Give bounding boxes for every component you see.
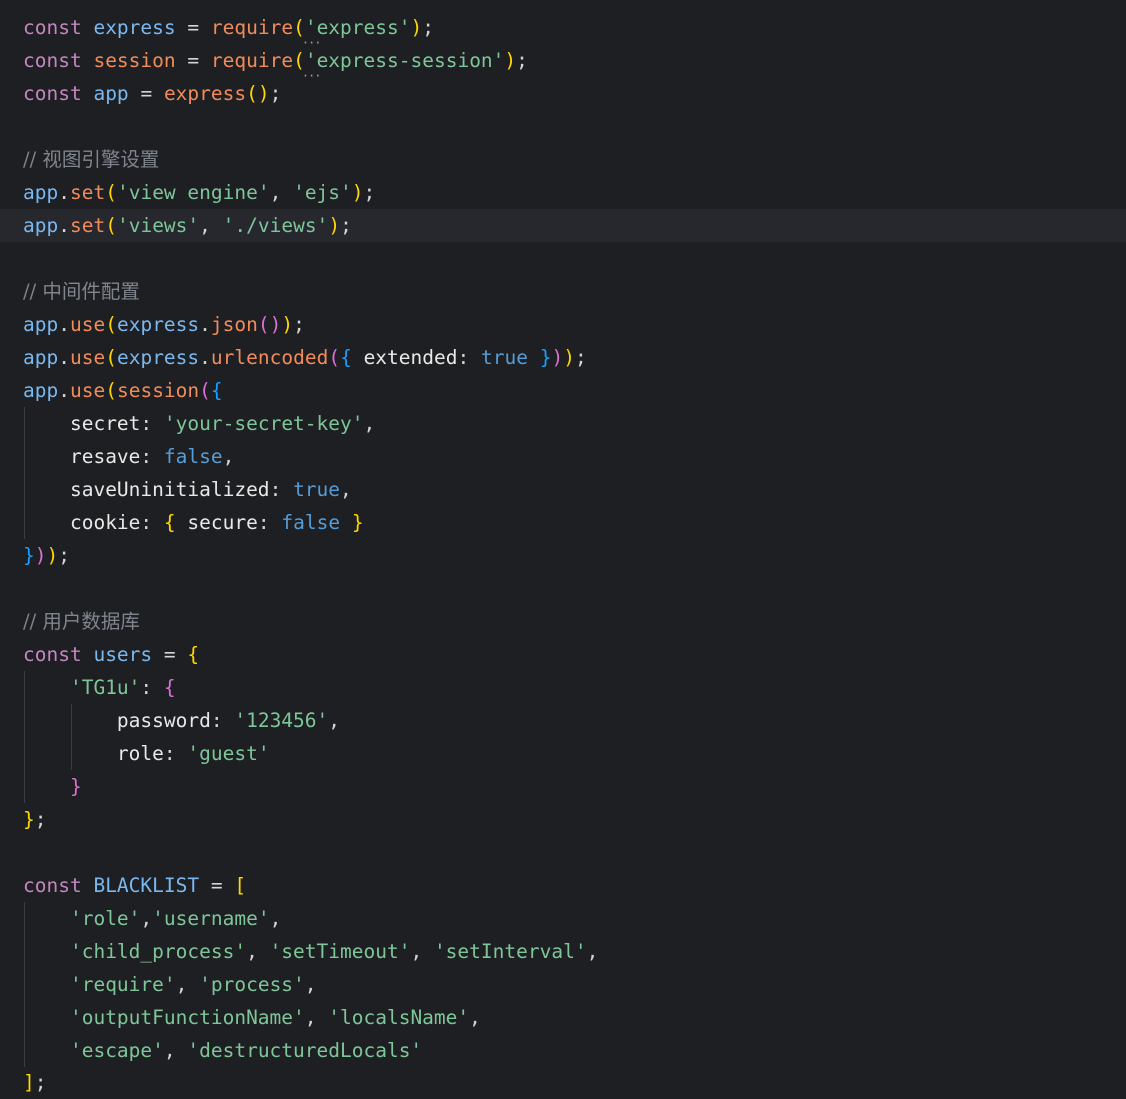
code-line-22[interactable]: password: '123456', <box>0 704 1126 737</box>
code-line-20[interactable]: const users = { <box>0 638 1126 671</box>
code-line-16[interactable]: cookie: { secure: false } <box>0 506 1126 539</box>
code-line-13[interactable]: secret: 'your-secret-key', <box>0 407 1126 440</box>
code-line-32[interactable]: 'escape', 'destructuredLocals' <box>0 1034 1126 1067</box>
code-line-33[interactable]: ]; <box>0 1066 1126 1099</box>
code-line-1[interactable]: const express = require('express'); <box>0 11 1126 44</box>
comment: // 用户数据库 <box>23 610 140 633</box>
code-line-21[interactable]: 'TG1u': { <box>0 671 1126 704</box>
code-line-15[interactable]: saveUninitialized: true, <box>0 473 1126 506</box>
code-line-9[interactable]: // 中间件配置 <box>0 275 1126 308</box>
code-line-28[interactable]: 'role','username', <box>0 902 1126 935</box>
code-line-11[interactable]: app.use(express.urlencoded({ extended: t… <box>0 341 1126 374</box>
code-line-31[interactable]: 'outputFunctionName', 'localsName', <box>0 1001 1126 1034</box>
code-line-14[interactable]: resave: false, <box>0 440 1126 473</box>
comment: // 中间件配置 <box>23 280 140 303</box>
code-line-26[interactable] <box>0 836 1126 869</box>
code-line-25[interactable]: }; <box>0 803 1126 836</box>
code-line-24[interactable]: } <box>0 770 1126 803</box>
code-line-5[interactable]: // 视图引擎设置 <box>0 143 1126 176</box>
code-line-10[interactable]: app.use(express.json()); <box>0 308 1126 341</box>
code-line-4[interactable] <box>0 110 1126 143</box>
code-line-8[interactable] <box>0 242 1126 275</box>
code-line-7-current[interactable]: app.set('views', './views'); <box>0 209 1126 242</box>
code-line-6[interactable]: app.set('view engine', 'ejs'); <box>0 176 1126 209</box>
lint-hint-dots: 'express-session' <box>305 49 505 72</box>
code-line-2[interactable]: const session = require('express-session… <box>0 44 1126 77</box>
code-line-18[interactable] <box>0 572 1126 605</box>
code-line-17[interactable]: })); <box>0 539 1126 572</box>
code-line-12[interactable]: app.use(session({ <box>0 374 1126 407</box>
lint-hint-dots: 'express' <box>305 16 411 39</box>
code-editor[interactable]: const express = require('express'); cons… <box>0 0 1126 1099</box>
code-line-3[interactable]: const app = express(); <box>0 77 1126 110</box>
code-line-30[interactable]: 'require', 'process', <box>0 968 1126 1001</box>
comment: // 视图引擎设置 <box>23 148 160 171</box>
code-line-19[interactable]: // 用户数据库 <box>0 605 1126 638</box>
code-line-29[interactable]: 'child_process', 'setTimeout', 'setInter… <box>0 935 1126 968</box>
code-line-23[interactable]: role: 'guest' <box>0 737 1126 770</box>
code-line-27[interactable]: const BLACKLIST = [ <box>0 869 1126 902</box>
